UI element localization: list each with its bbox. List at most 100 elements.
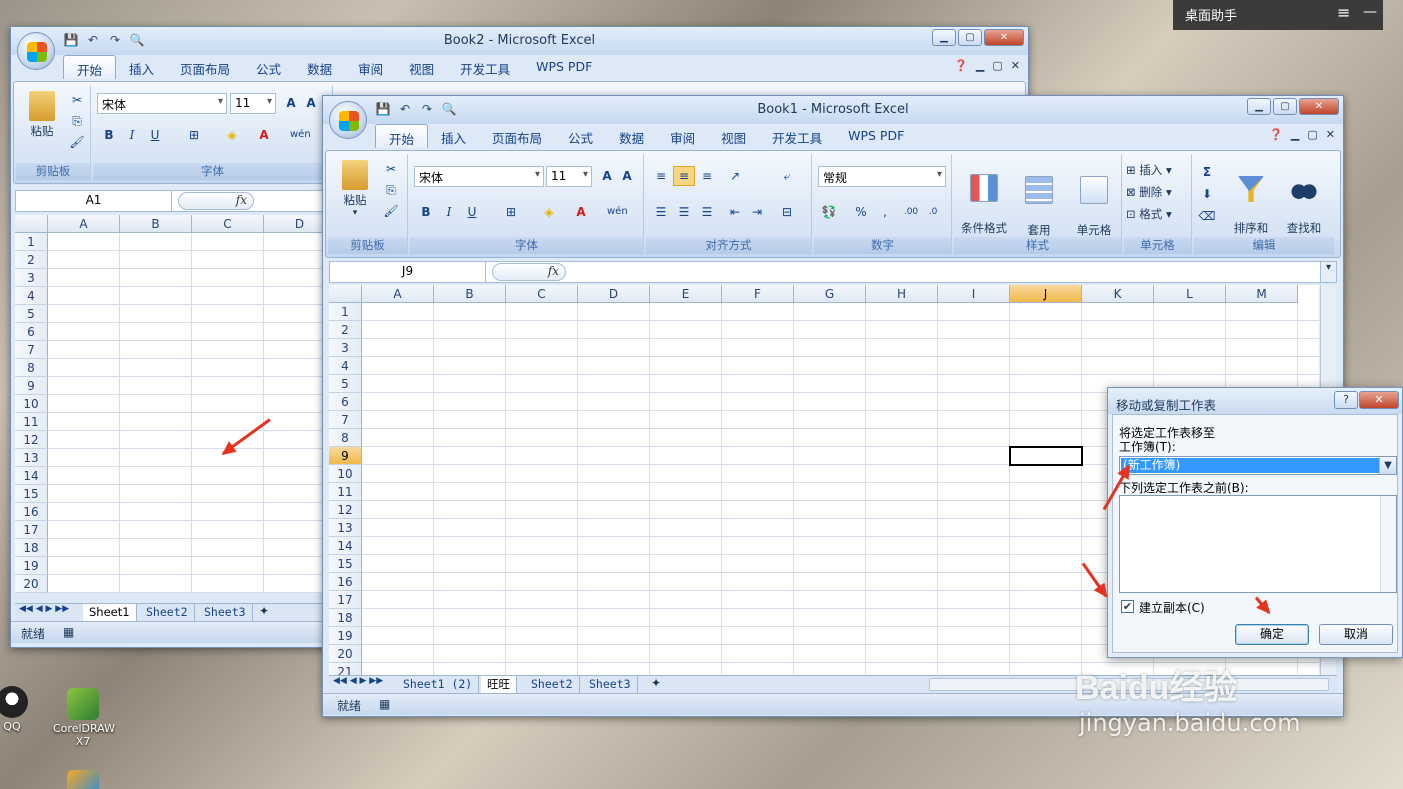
name-box[interactable]: J9 [330,262,486,282]
row-header[interactable]: 11 [329,483,362,501]
column-header[interactable]: A [48,215,120,233]
sheet-tab-active[interactable]: 旺旺 [481,676,517,693]
row-header[interactable]: 15 [15,485,48,503]
office-button[interactable] [329,101,367,139]
undo-icon[interactable]: ↶ [397,102,413,118]
font-name-combo[interactable]: 宋体 [414,166,544,187]
bold-button[interactable]: B [415,202,437,222]
decrease-indent-icon[interactable]: ⇤ [724,202,746,222]
print-preview-icon[interactable]: 🔍 [129,33,145,49]
insert-sheet-icon[interactable]: ✦ [651,676,661,690]
column-header[interactable]: A [362,285,434,303]
column-header[interactable]: D [264,215,323,233]
fill-color-icon[interactable]: ◈ [221,125,243,145]
row-header[interactable]: 6 [329,393,362,411]
row-header[interactable]: 9 [15,377,48,395]
accounting-format-icon[interactable]: 💱 [818,202,840,222]
dialog-help-button[interactable]: ? [1334,391,1358,409]
macro-record-icon[interactable]: ▦ [379,697,390,711]
tab-data[interactable]: 数据 [294,55,345,79]
close-button[interactable]: ✕ [1299,98,1339,115]
phonetic-icon[interactable]: wén [289,125,311,145]
menu-icon[interactable]: ≡ [1337,3,1350,22]
before-sheet-list[interactable] [1119,495,1397,593]
row-header[interactable]: 20 [329,645,362,663]
save-icon[interactable]: 💾 [63,33,79,49]
tab-insert[interactable]: 插入 [428,124,479,148]
insert-cells-button[interactable]: ⊞ 插入 ▾ [1126,162,1190,178]
column-header[interactable]: C [192,215,264,233]
copy-icon[interactable]: ⎘ [66,111,88,131]
book1-titlebar[interactable]: Book1 - Microsoft Excel ▁ ▢ ✕ [323,96,1343,124]
row-header[interactable]: 7 [329,411,362,429]
row-header[interactable]: 1 [15,233,48,251]
underline-button[interactable]: U [144,125,166,145]
border-icon[interactable]: ⊞ [183,125,205,145]
cancel-button[interactable]: 取消 [1319,624,1393,645]
align-bottom-icon[interactable]: ≡ [696,166,718,186]
book2-grid[interactable]: ABCD123456789101112131415161718192021 [15,215,323,593]
row-header[interactable]: 3 [329,339,362,357]
maximize-button[interactable]: ▢ [958,29,982,46]
help-icon[interactable]: ❓ [1269,128,1283,141]
list-scrollbar[interactable] [1380,496,1396,592]
percent-style-icon[interactable]: % [850,202,872,222]
tab-review[interactable]: 审阅 [345,55,396,79]
tab-page-layout[interactable]: 页面布局 [167,55,243,79]
minimize-icon[interactable]: — [1363,4,1377,20]
ribbon-restore-icon[interactable]: ▢ [992,59,1002,72]
row-header[interactable]: 2 [329,321,362,339]
row-header[interactable]: 14 [329,537,362,555]
select-all-corner[interactable] [15,215,48,233]
workbook-select[interactable]: (新工作簿) ▼ [1119,456,1397,475]
column-header[interactable]: B [120,215,192,233]
paste-button[interactable]: 粘贴 ▾ [334,160,376,218]
tab-formulas[interactable]: 公式 [243,55,294,79]
wrap-text-icon[interactable]: ⤶ [776,166,798,186]
fill-icon[interactable]: ⬇ [1196,184,1218,204]
insert-function-button[interactable]: fx [492,263,566,281]
row-header[interactable]: 16 [329,573,362,591]
sheet-tab[interactable]: Sheet3 [583,676,638,693]
row-header[interactable]: 18 [329,609,362,627]
paste-button[interactable]: 粘贴 [22,91,62,139]
format-painter-icon[interactable]: 🖌 [380,201,402,221]
column-header[interactable]: D [578,285,650,303]
row-header[interactable]: 9 [329,447,362,465]
ok-button[interactable]: 确定 [1235,624,1309,645]
number-format-combo[interactable]: 常规 [818,166,946,187]
row-header[interactable]: 7 [15,341,48,359]
orientation-icon[interactable]: ↗ [724,166,746,186]
phonetic-icon[interactable]: wén [606,202,628,222]
comma-style-icon[interactable]: , [874,202,896,222]
sheet-tab[interactable]: Sheet1 (2) [397,676,480,693]
shrink-font-icon[interactable]: A [300,93,322,113]
border-icon[interactable]: ⊞ [500,202,522,222]
column-header[interactable]: I [938,285,1010,303]
grow-font-icon[interactable]: A [280,93,302,113]
desktop-assistant-bar[interactable]: 桌面助手 ≡ — [1173,0,1383,30]
desktop-icon-coreldraw[interactable]: CorelDRAW X7 [43,688,123,748]
row-header[interactable]: 14 [15,467,48,485]
increase-decimal-icon[interactable]: .00 [900,202,922,222]
align-left-icon[interactable]: ☰ [650,202,672,222]
copy-icon[interactable]: ⎘ [380,180,402,200]
row-header[interactable]: 8 [329,429,362,447]
tab-view[interactable]: 视图 [396,55,447,79]
cut-icon[interactable]: ✂ [66,90,88,110]
row-header[interactable]: 4 [15,287,48,305]
print-preview-icon[interactable]: 🔍 [441,102,457,118]
sheet-tab[interactable]: Sheet2 [525,676,580,693]
row-header[interactable]: 6 [15,323,48,341]
column-header[interactable]: K [1082,285,1154,303]
dialog-titlebar[interactable]: 移动或复制工作表 ? ✕ [1108,388,1402,414]
column-header[interactable]: C [506,285,578,303]
row-header[interactable]: 19 [15,557,48,575]
increase-indent-icon[interactable]: ⇥ [746,202,768,222]
row-header[interactable]: 5 [15,305,48,323]
font-name-combo[interactable]: 宋体 [97,93,227,114]
align-middle-icon[interactable]: ≡ [673,166,695,186]
row-header[interactable]: 1 [329,303,362,321]
column-header[interactable]: F [722,285,794,303]
move-copy-dialog[interactable]: 移动或复制工作表 ? ✕ 将选定工作表移至 工作簿(T): (新工作簿) ▼ 下… [1107,387,1403,658]
